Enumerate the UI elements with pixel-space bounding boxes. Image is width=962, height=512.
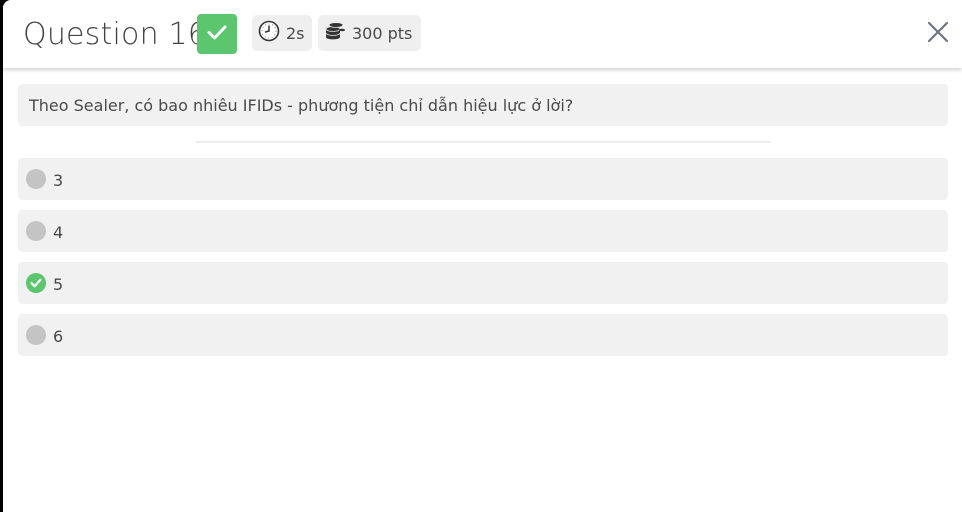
question-title: Question 16 [23, 17, 208, 52]
radio-unselected-icon [26, 325, 46, 345]
check-icon [205, 20, 229, 48]
time-value: 2s [286, 23, 305, 43]
option-label: 4 [53, 222, 64, 242]
close-icon [927, 21, 949, 47]
close-button[interactable] [921, 17, 955, 51]
points-chip: 300 pts [318, 15, 421, 51]
modal-header: Question 16 2s 300 pts [3, 0, 962, 68]
check-circle-icon [26, 273, 46, 293]
radio-unselected-icon [26, 221, 46, 241]
answer-option-3[interactable]: 5 [18, 262, 948, 304]
points-value: 300 pts [352, 23, 413, 43]
answer-option-2[interactable]: 4 [18, 210, 948, 252]
correct-status-badge [197, 14, 237, 54]
option-label: 5 [53, 274, 64, 294]
question-text-box: Theo Sealer, có bao nhiêu IFIDs - phương… [18, 84, 948, 126]
option-label: 6 [53, 326, 64, 346]
question-content: Theo Sealer, có bao nhiêu IFIDs - phương… [3, 68, 962, 512]
answer-option-1[interactable]: 3 [18, 158, 948, 200]
clock-icon [258, 20, 280, 46]
question-modal: Question 16 2s 300 pts Theo Sealer, có b… [3, 0, 962, 512]
option-label: 3 [53, 170, 64, 190]
answer-option-4[interactable]: 6 [18, 314, 948, 356]
question-text: Theo Sealer, có bao nhiêu IFIDs - phương… [29, 95, 574, 115]
coins-icon [324, 20, 346, 46]
time-chip: 2s [252, 15, 312, 51]
radio-unselected-icon [26, 169, 46, 189]
divider [196, 141, 771, 143]
